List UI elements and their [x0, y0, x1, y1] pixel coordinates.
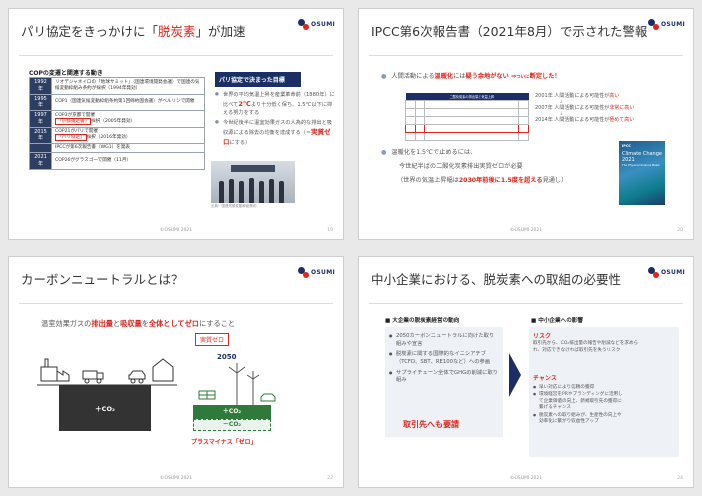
wind-turbine-icon [228, 363, 260, 405]
list-item: 早い対応により信頼の獲得 [533, 385, 623, 391]
solar-panel-icon [198, 390, 216, 400]
carbon-neutral-definition: 温室効果ガスの排出量と吸収量を全体としてゼロにすること [41, 319, 236, 328]
slide-footer: ©OSUMI 2021 [509, 476, 543, 481]
slide-carbon-neutral[interactable]: カーボンニュートラルとは？ OSUMI 温室効果ガスの排出量と吸収量を全体として… [8, 256, 344, 488]
table-row [405, 108, 529, 117]
chance-heading: チャンス [533, 375, 557, 382]
risk-text: 取引先から、CO₂排出量の報告や削減などを求められ、対応できなければ取引先を失う… [533, 341, 639, 353]
cop-history-table: 1992年 リオデジャネイロの「地球サミット」（国連環境開発会議）で国連の気候変動… [29, 77, 205, 170]
large-company-list: 2050カーボンニュートラルに向けた取り組みや宣言 脱炭素に関する国際的なイニシ… [389, 333, 499, 388]
slide-title: パリ協定をきっかけに「脱炭素」が加速 [21, 24, 246, 39]
paris-goal-list: 世界の平均気温上昇を産業革命前（1880年）に比べて2℃より十分低く保ち、1.5… [215, 92, 335, 151]
list-item: 2050カーボンニュートラルに向けた取り組みや宣言 [389, 333, 499, 348]
ev-car-icon [260, 393, 276, 402]
table-row: IPCCが第6次報告書（WG1）を発表 [29, 142, 205, 154]
title-divider [369, 303, 683, 304]
table-row: 1995年 COP1（国連気候変動枠組条約第1回締約国会議）がベルリンで開催 [29, 93, 205, 111]
paris-goal-heading: パリ協定で決まった目標 [215, 72, 301, 87]
slide-title: カーボンニュートラルとは？ [21, 272, 184, 287]
list-item: サプライチェーン全体でGHGの削減に取り組み [389, 370, 499, 385]
timeline-item: 2014年 人間活動による可能性が極めて高い [535, 117, 635, 123]
title-divider [19, 55, 333, 56]
osumi-logo: OSUMI [298, 19, 335, 30]
ipcc-scenario-table: 二酸化炭素の排出量と気温上昇 [405, 93, 529, 141]
car-icon [128, 370, 146, 384]
supplier-request-note: 取引先へも要請 [403, 420, 459, 429]
osumi-logo-icon [298, 19, 309, 30]
slide-footer: ©OSUMI 2021 [159, 476, 193, 481]
table-row: 2015年 COP21がパリで開催 「パリ協定」 採択（2016年発効） [29, 126, 205, 144]
ipcc-point-2-line2: 今世紀半ばの二酸化炭素排出実質ゼロが必要 [399, 163, 523, 170]
osumi-logo-icon [648, 267, 659, 278]
slide-footer: ©OSUMI 2021 [159, 228, 193, 233]
list-item: 今世紀後半に温室効果ガスの人為的な排出と吸収源による除去の均衡を達成する（＝実質… [215, 120, 335, 147]
table-row [405, 132, 529, 141]
osumi-logo: OSUMI [648, 267, 685, 278]
slide-title: 中小企業における、脱炭素への取組の必要性 [371, 272, 622, 287]
page-number: 22 [327, 476, 333, 481]
list-item: 脱炭素への取り組みが、生産性の向上や効率化に繋がり収益性アップ [533, 413, 623, 426]
chance-list: 早い対応により信頼の獲得 環境経営をPRやブランディングに活用して企業価値の向上… [533, 385, 623, 427]
risk-heading: リスク [533, 333, 552, 340]
target-year: 2050 [217, 353, 237, 361]
ipcc-point-1: ● 人間活動による温暖化には疑う余地がない ⇒ついに断定した！ [381, 73, 561, 80]
house-icon [152, 358, 174, 382]
emission-box: ＋CO₂ [59, 385, 151, 431]
slide-ipcc-report[interactable]: IPCC第6次報告書（2021年8月）で示された警報 OSUMI ● 人間活動によ… [358, 8, 694, 240]
osumi-logo-icon [648, 19, 659, 30]
table-row: 2021年 COP26がグラスゴーで開催（11月） [29, 152, 205, 170]
right-arrow-icon [509, 353, 521, 397]
list-item: 脱炭素に関する国際的なイニシアチブ（TCFD、SBT、RE100など）への参画 [389, 351, 499, 366]
photo-caption: 出典：国連気候変動枠組条約 [211, 204, 257, 208]
slide-paris-agreement[interactable]: パリ協定をきっかけに「脱炭素」が加速 OSUMI COPの変遷と関連する動き 1… [8, 8, 344, 240]
page-number: 20 [677, 228, 683, 233]
title-divider [369, 55, 683, 56]
net-zero-badge: 実質ゼロ [195, 333, 230, 346]
large-company-heading: ■ 大企業の脱炭素経営の動向 [385, 318, 460, 324]
ipcc-report-cover: IPCC Climate Change 2021 The Physical Sc… [619, 141, 665, 205]
cop-heading: COPの変遷と関連する動き [29, 70, 103, 77]
renewable-energy-illustration [198, 363, 276, 405]
page-number: 19 [327, 228, 333, 233]
timeline-item: 2007年 人間活動による可能性が非常に高い [535, 105, 635, 111]
cop-photo [211, 161, 295, 203]
table-row [405, 100, 529, 109]
sme-impact-heading: ■ 中小企業への影響 [531, 318, 583, 324]
title-divider [19, 303, 333, 304]
slide-title: IPCC第6次報告書（2021年8月）で示された警報 [371, 24, 648, 39]
list-item: 世界の平均気温上昇を産業革命前（1880年）に比べて2℃より十分低く保ち、1.5… [215, 92, 335, 117]
osumi-logo: OSUMI [648, 19, 685, 30]
osumi-logo-icon [298, 267, 309, 278]
factory-icon [40, 358, 70, 382]
truck-icon [82, 370, 104, 384]
osumi-logo: OSUMI [298, 267, 335, 278]
list-item: 環境経営をPRやブランディングに活用して企業価値の向上、新規取引先の獲得に繋げる… [533, 392, 623, 411]
zero-caption: プラスマイナス「ゼロ」 [191, 439, 257, 446]
emission-plus-box: ＋CO₂ [193, 405, 271, 419]
table-row [405, 116, 529, 125]
slide-footer: ©OSUMI 2021 [509, 228, 543, 233]
absorption-minus-box: －CO₂ [193, 419, 271, 431]
ipcc-point-2-line3: （世界の気温上昇幅は2030年前後に1.5度を超える見通し） [397, 177, 568, 184]
ipcc-timeline: 2001年 人間活動による可能性が高い ↓ 2007年 人間活動による可能性が非… [535, 93, 634, 123]
table-row: 1992年 リオデジャネイロの「地球サミット」（国連環境開発会議）で国連の気候変動… [29, 77, 205, 95]
table-row: 1997年 COP3が京都で開催 「京都議定書」 採択（2005年発効） [29, 110, 205, 128]
slide-sme-decarbonization[interactable]: 中小企業における、脱炭素への取組の必要性 OSUMI ■ 大企業の脱炭素経営の動… [358, 256, 694, 488]
table-row [405, 124, 529, 133]
page-number: 24 [677, 476, 683, 481]
ipcc-point-2: ● 温暖化を1.5℃で止めるには、 [381, 149, 477, 156]
